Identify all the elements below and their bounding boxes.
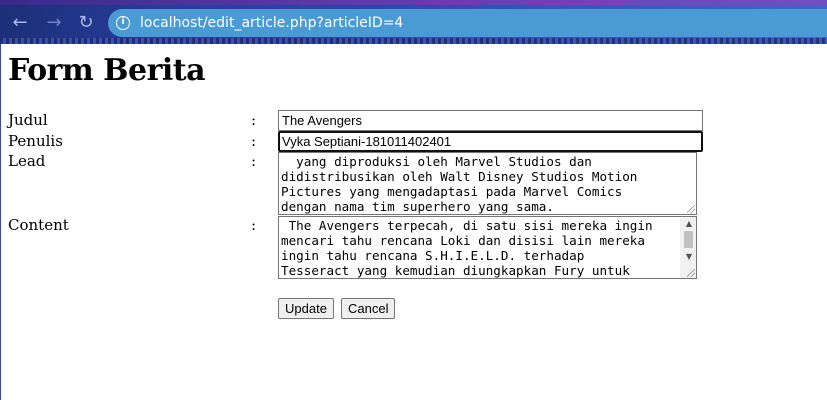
cancel-button[interactable]: Cancel [341, 298, 396, 319]
arrow-right-icon[interactable]: → [44, 13, 64, 33]
lead-label: Lead [8, 152, 46, 170]
content-line: Tesseract yang kemudian diungkapkan Fury… [281, 263, 630, 278]
address-bar-url[interactable]: localhost/edit_article.php?articleID=4 [140, 14, 403, 32]
toolbar-divider [0, 38, 827, 44]
content-line: mencari tahu rencana Loki dan disisi lai… [281, 233, 645, 248]
lead-line: dengan nama tim superhero yang sama. [281, 199, 554, 214]
judul-label: Judul [8, 111, 48, 129]
reload-icon[interactable]: ↻ [76, 13, 96, 33]
update-button[interactable]: Update [278, 298, 334, 319]
penulis-input[interactable]: Vyka Septiani-181011402401 [278, 131, 703, 152]
content-separator: : [251, 216, 257, 234]
lead-line: yang diproduksi oleh Marvel Studios dan [281, 154, 592, 169]
judul-separator: : [251, 111, 257, 129]
arrow-left-icon[interactable]: ← [10, 13, 30, 33]
resize-handle-icon[interactable] [687, 205, 695, 213]
lead-line: Pictures yang mengadaptasi pada Marvel C… [281, 184, 623, 199]
page-title: Form Berita [8, 53, 206, 88]
lead-textarea[interactable]: yang diproduksi oleh Marvel Studios dan … [278, 152, 697, 215]
window-edge [0, 44, 1, 400]
info-icon[interactable]: i [116, 16, 130, 30]
lead-line: didistribusikan oleh Walt Disney Studios… [281, 169, 638, 184]
penulis-separator: : [251, 132, 257, 150]
content-line: The Avengers terpecah, di satu sisi mere… [281, 218, 653, 233]
penulis-label: Penulis [8, 132, 63, 150]
scroll-up-icon[interactable]: ▲ [686, 220, 692, 228]
judul-input[interactable]: The Avengers [278, 110, 703, 131]
content-line: ingin tahu rencana S.H.I.E.L.D. terhadap [281, 248, 585, 263]
resize-handle-icon[interactable] [687, 269, 695, 277]
scroll-down-icon[interactable]: ▼ [686, 253, 692, 261]
content-textarea[interactable]: The Avengers terpecah, di satu sisi mere… [278, 216, 697, 279]
content-label: Content [8, 216, 69, 234]
scroll-thumb[interactable] [684, 231, 693, 248]
lead-separator: : [251, 152, 257, 170]
